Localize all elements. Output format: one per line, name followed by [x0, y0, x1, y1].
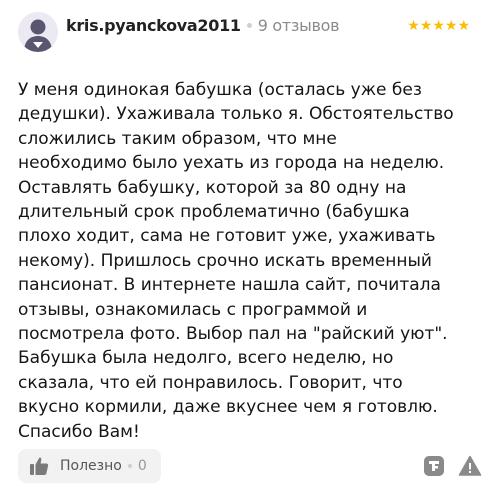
review-text: У меня одинокая бабушка (осталась уже бе…: [18, 80, 454, 442]
separator-dot: [127, 464, 132, 468]
reviews-count: 9 отзывов: [257, 16, 340, 35]
author-name[interactable]: kris.pyanckova2011: [66, 16, 241, 35]
helpful-button[interactable]: Полезно 0: [18, 449, 161, 483]
warning-icon[interactable]: [458, 454, 482, 478]
helpful-count: 0: [137, 458, 147, 474]
rating-stars: ★★★★★: [407, 18, 470, 34]
separator-dot: [246, 23, 252, 28]
share-icon[interactable]: [422, 454, 446, 478]
user-avatar-icon[interactable]: [18, 12, 58, 52]
review-header: kris.pyanckova2011 9 отзывов ★★★★★: [18, 12, 478, 52]
review-card: kris.pyanckova2011 9 отзывов ★★★★★ У меня…: [0, 0, 495, 498]
helpful-label: Полезно: [60, 458, 122, 474]
thumbs-up-icon: [28, 455, 50, 477]
author-line: kris.pyanckova2011 9 отзывов: [66, 16, 340, 35]
review-footer: Полезно 0: [18, 449, 482, 483]
